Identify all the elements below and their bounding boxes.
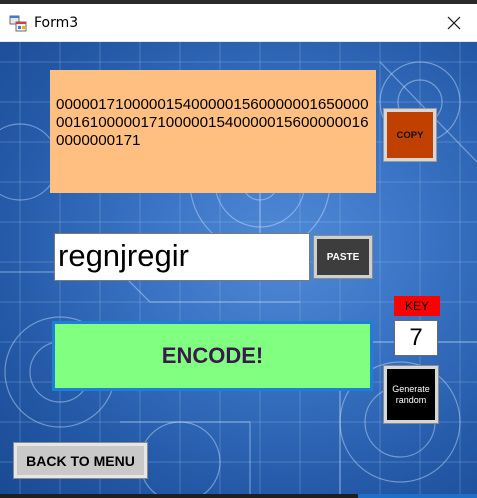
form-client-area: 0000017100000154000001560000001650000001… [0, 42, 477, 494]
taskbar-accent [358, 494, 477, 498]
plaintext-input[interactable]: regnjregir [54, 233, 310, 281]
paste-button[interactable]: PASTE [313, 235, 373, 279]
encoded-output-box: 0000017100000154000001560000001650000001… [50, 70, 376, 193]
generate-random-button[interactable]: Generate random [383, 365, 439, 424]
back-to-menu-button[interactable]: BACK TO MENU [13, 442, 148, 479]
window-title: Form3 [34, 15, 79, 31]
title-bar[interactable]: Form3 [0, 4, 477, 42]
winforms-app-icon [9, 15, 27, 32]
close-button[interactable] [431, 4, 477, 42]
copy-button[interactable]: COPY [383, 108, 437, 162]
encoded-output-text: 0000017100000154000001560000001650000001… [56, 96, 369, 149]
close-icon [447, 16, 461, 30]
key-label: KEY [394, 296, 440, 316]
key-input[interactable]: 7 [394, 320, 438, 356]
encode-button[interactable]: ENCODE! [52, 321, 373, 391]
